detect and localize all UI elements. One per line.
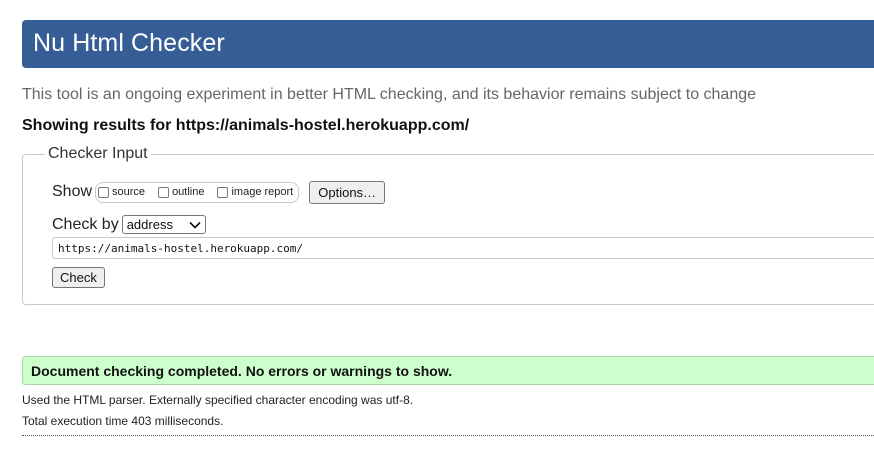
page-title: Nu Html Checker: [33, 29, 225, 57]
option-image-report[interactable]: image report: [217, 186, 293, 198]
url-input[interactable]: https://animals-hostel.herokuapp.com/: [52, 237, 874, 259]
parser-info: Used the HTML parser. Externally specifi…: [22, 393, 414, 407]
image-report-checkbox[interactable]: [217, 186, 229, 198]
option-outline[interactable]: outline: [158, 186, 204, 198]
check-by-label: Check by: [52, 215, 119, 233]
check-by-select[interactable]: address: [121, 215, 206, 234]
check-by-selected-value: address: [126, 217, 173, 232]
outline-checkbox[interactable]: [158, 186, 170, 198]
checker-input-legend: Checker Input: [48, 145, 148, 162]
dotted-divider: [22, 435, 874, 436]
results-heading: Showing results for https://animals-host…: [22, 117, 470, 134]
success-message: Document checking completed. No errors o…: [22, 356, 874, 385]
page: Nu Html Checker This tool is an ongoing …: [0, 0, 874, 458]
option-source[interactable]: source: [98, 186, 145, 198]
check-by-row: Check by address: [52, 215, 206, 234]
intro-text: This tool is an ongoing experiment in be…: [22, 86, 757, 103]
source-checkbox[interactable]: [98, 186, 110, 198]
show-row: Show source outline image report Options…: [52, 180, 386, 204]
show-options-group: source outline image report: [95, 181, 300, 203]
outline-checkbox-label: outline: [172, 186, 205, 198]
check-button[interactable]: Check: [52, 267, 105, 288]
source-checkbox-label: source: [112, 186, 146, 198]
options-button[interactable]: Options…: [309, 180, 386, 204]
show-label: Show: [52, 183, 93, 200]
execution-time: Total execution time 403 milliseconds.: [22, 414, 224, 428]
chevron-down-icon: [189, 221, 201, 229]
header-bar: Nu Html Checker: [22, 20, 874, 68]
image-report-checkbox-label: image report: [231, 186, 294, 198]
